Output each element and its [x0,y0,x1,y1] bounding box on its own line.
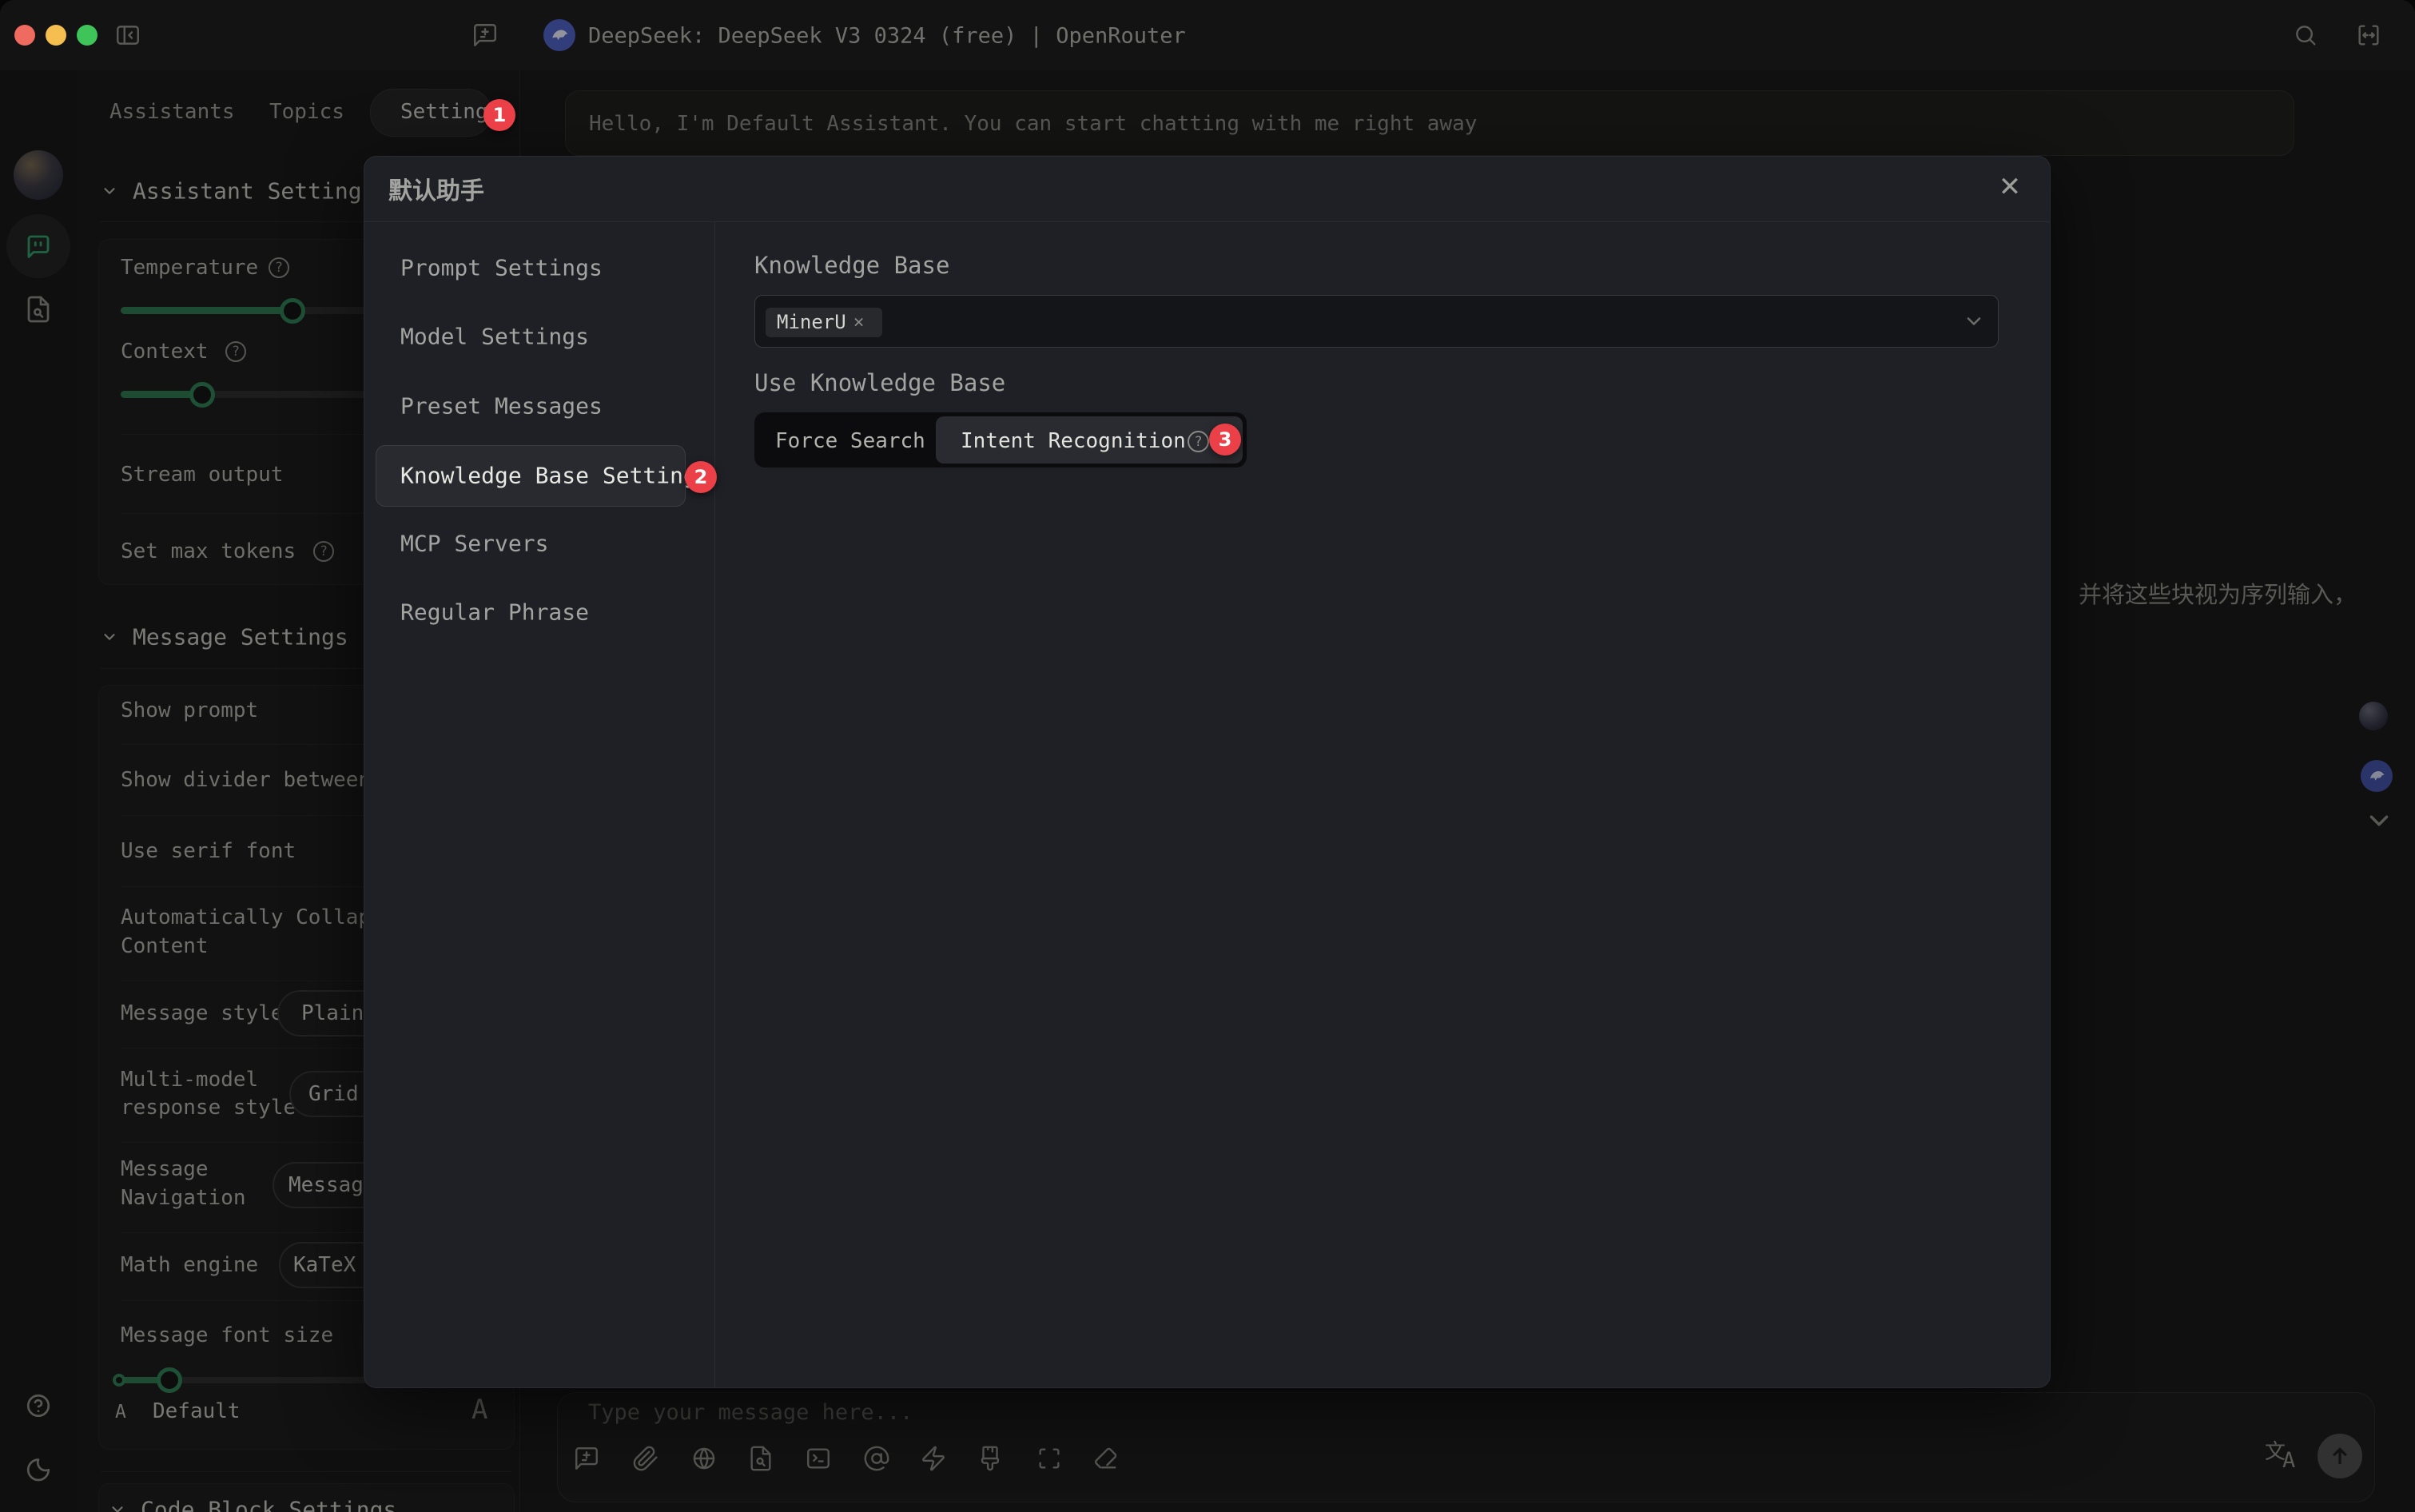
tour-badge-2[interactable]: 2 [685,461,717,493]
modal-title: 默认助手 [388,171,484,206]
modal-nav-knowledge-base-settings[interactable]: Knowledge Base Settings [400,463,710,489]
tag-remove-icon[interactable]: ✕ [853,312,864,332]
modal-nav-mcp-servers[interactable]: MCP Servers [400,531,548,557]
close-window-button[interactable] [14,25,35,46]
traffic-lights [14,25,97,46]
modal-nav-regular-phrase[interactable]: Regular Phrase [400,599,589,626]
modal-header-divider [364,221,2050,222]
app-window: DeepSeek: DeepSeek V3 0324 (free) | Open… [0,0,2415,1512]
tour-badge-3[interactable]: 3 [1209,424,1241,456]
knowledge-base-select[interactable] [754,295,1999,348]
intent-recognition-help-icon[interactable]: ? [1188,431,1209,452]
modal-nav-prompt-settings[interactable]: Prompt Settings [400,255,603,281]
select-chevron-down-icon[interactable] [1963,310,1985,332]
use-knowledge-base-heading: Use Knowledge Base [754,369,1005,396]
modal-nav-model-settings[interactable]: Model Settings [400,324,589,350]
intent-recognition-button[interactable]: Intent Recognition [961,429,1186,453]
assistant-settings-modal: 默认助手 ✕ Prompt Settings Model Settings Pr… [364,156,2051,1388]
zoom-window-button[interactable] [77,25,97,46]
close-icon[interactable]: ✕ [1994,171,2026,203]
tour-badge-1[interactable]: 1 [483,99,515,131]
minimize-window-button[interactable] [46,25,66,46]
knowledge-base-heading: Knowledge Base [754,252,949,279]
force-search-button[interactable]: Force Search [775,429,925,453]
knowledge-base-tag-label: MinerU [777,311,846,333]
modal-nav-divider [714,222,715,1388]
modal-nav-preset-messages[interactable]: Preset Messages [400,393,603,420]
